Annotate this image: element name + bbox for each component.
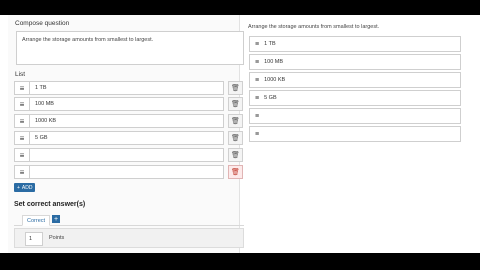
preview-item-text: 1000 KB	[264, 77, 286, 83]
question-preview: Arrange the storage amounts from smalles…	[248, 15, 462, 253]
trash-icon: 🗑	[231, 135, 240, 142]
list-item-value: 1 TB	[35, 85, 47, 91]
drag-handle-icon[interactable]: ≡	[255, 59, 259, 66]
preview-list-item[interactable]: ≡ 100 MB	[249, 54, 461, 70]
preview-list-item[interactable]: ≡ 1000 KB	[249, 72, 461, 88]
list-item-value: 1000 KB	[35, 118, 57, 124]
list-item-input[interactable]: ≡	[14, 165, 224, 179]
question-textarea[interactable]: Arrange the storage amounts from smalles…	[16, 31, 244, 65]
compose-question-label: Compose question	[15, 20, 70, 27]
drag-handle-icon[interactable]: ≡	[255, 113, 259, 120]
set-correct-answers-title: Set correct answer(s)	[14, 201, 86, 208]
list-label: List	[15, 71, 26, 78]
drag-handle-icon[interactable]: ≡	[15, 132, 30, 144]
drag-handle-icon[interactable]: ≡	[15, 98, 30, 110]
question-editor: Compose question Arrange the storage amo…	[8, 15, 244, 253]
tab-correct[interactable]: Correct	[22, 215, 51, 226]
list-item-value: 100 MB	[35, 101, 54, 107]
drag-handle-icon[interactable]: ≡	[15, 166, 30, 178]
points-row: 1 Points	[14, 228, 244, 248]
list-item-input[interactable]: ≡ 5 GB	[14, 131, 224, 145]
drag-handle-icon[interactable]: ≡	[255, 41, 259, 48]
preview-item-text: 100 MB	[264, 59, 284, 65]
list-item-input[interactable]: ≡ 1 TB	[14, 81, 224, 95]
drag-handle-icon[interactable]: ≡	[15, 149, 30, 161]
delete-item-button[interactable]: 🗑	[228, 114, 243, 128]
trash-icon: 🗑	[231, 118, 240, 125]
points-input[interactable]: 1	[25, 232, 43, 246]
preview-question-text: Arrange the storage amounts from smalles…	[248, 24, 380, 30]
trash-icon: 🗑	[231, 152, 240, 159]
add-item-button[interactable]: + ADD	[14, 183, 36, 192]
trash-icon: 🗑	[231, 169, 240, 176]
drag-handle-icon[interactable]: ≡	[255, 131, 259, 138]
plus-icon: +	[53, 215, 59, 223]
preview-list-item[interactable]: ≡	[249, 108, 461, 124]
delete-item-button[interactable]: 🗑	[228, 97, 243, 111]
add-button-label: ADD	[21, 184, 33, 191]
points-label: Points	[49, 235, 65, 241]
drag-handle-icon[interactable]: ≡	[15, 82, 30, 94]
app-content: Compose question Arrange the storage amo…	[0, 15, 480, 253]
list-item-input[interactable]: ≡ 100 MB	[14, 97, 224, 111]
video-frame: Compose question Arrange the storage amo…	[0, 0, 480, 270]
preview-list-item[interactable]: ≡ 1 TB	[249, 36, 461, 52]
delete-item-button[interactable]: 🗑	[228, 148, 243, 162]
preview-list-item[interactable]: ≡	[249, 126, 461, 142]
trash-icon: 🗑	[231, 85, 240, 92]
delete-item-button[interactable]: 🗑	[228, 165, 243, 179]
delete-item-button[interactable]: 🗑	[228, 131, 243, 145]
drag-handle-icon[interactable]: ≡	[15, 115, 30, 127]
preview-item-text: 1 TB	[264, 41, 276, 47]
list-item-input[interactable]: ≡	[14, 148, 224, 162]
preview-item-text: 5 GB	[264, 95, 277, 101]
delete-item-button[interactable]: 🗑	[228, 81, 243, 95]
answer-tabs: Correct +	[14, 214, 244, 226]
list-item-value: 5 GB	[35, 135, 48, 141]
plus-icon: +	[17, 184, 20, 191]
list-item-input[interactable]: ≡ 1000 KB	[14, 114, 224, 128]
preview-list-item[interactable]: ≡ 5 GB	[249, 90, 461, 106]
trash-icon: 🗑	[231, 101, 240, 108]
add-answer-tab-button[interactable]: +	[52, 215, 60, 223]
drag-handle-icon[interactable]: ≡	[255, 77, 259, 84]
drag-handle-icon[interactable]: ≡	[255, 95, 259, 102]
